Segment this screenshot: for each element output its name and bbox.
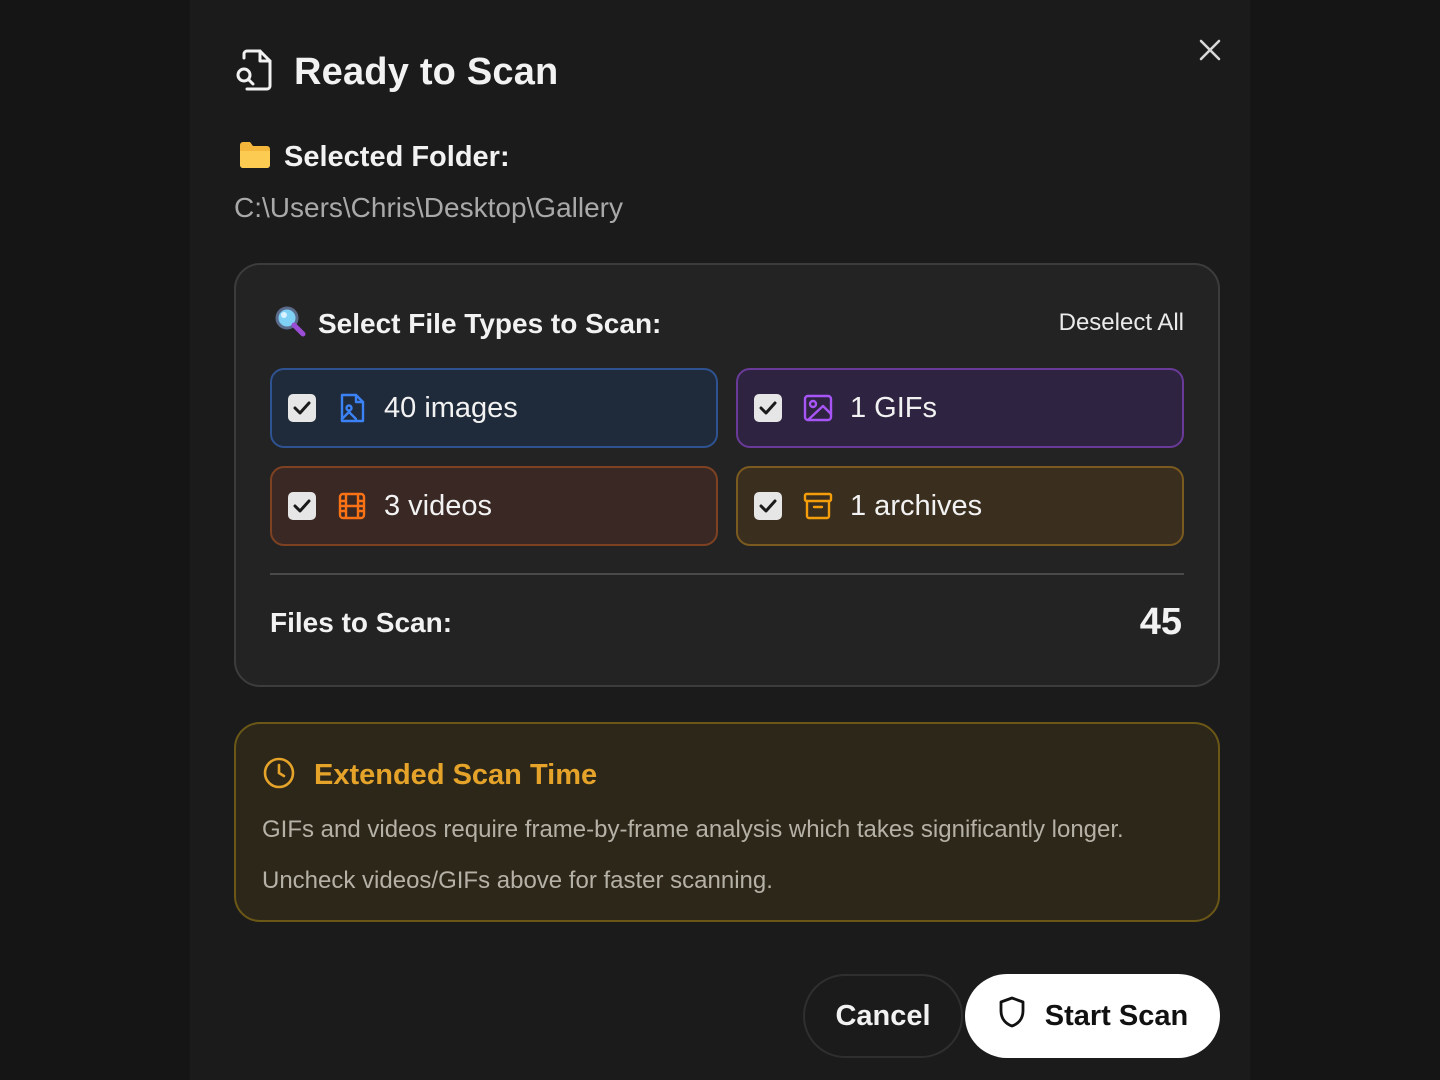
start-scan-button[interactable]: Start Scan (965, 974, 1220, 1058)
clock-icon (262, 756, 296, 795)
warning-title: Extended Scan Time (314, 759, 598, 791)
file-type-gifs[interactable]: 1 GIFs (736, 368, 1184, 448)
videos-label: 3 videos (384, 489, 493, 522)
dialog-title: Ready to Scan (294, 51, 559, 93)
checkmark-icon (759, 401, 777, 415)
shield-icon (997, 995, 1027, 1037)
gifs-checkbox[interactable] (754, 394, 782, 422)
checkmark-icon (293, 401, 311, 415)
file-types-card: Select File Types to Scan: Deselect All … (234, 263, 1220, 687)
file-type-archives[interactable]: 1 archives (736, 466, 1184, 546)
selected-folder-label: Selected Folder: (284, 141, 510, 173)
images-label: 40 images (384, 391, 518, 424)
cancel-button[interactable]: Cancel (803, 974, 963, 1058)
divider (270, 573, 1184, 575)
gifs-label: 1 GIFs (850, 391, 938, 424)
videos-checkbox[interactable] (288, 492, 316, 520)
close-icon (1199, 39, 1221, 61)
file-types-heading-label: Select File Types to Scan: (318, 307, 662, 339)
folder-path: C:\Users\Chris\Desktop\Gallery (234, 192, 623, 223)
file-search-icon (234, 48, 274, 97)
close-button[interactable] (1194, 34, 1226, 66)
image-file-icon (336, 392, 368, 424)
dialog-header: Ready to Scan (234, 48, 558, 97)
archive-icon (802, 490, 834, 522)
cancel-button-label: Cancel (835, 999, 931, 1032)
folder-icon (238, 140, 272, 175)
selected-folder-row: Selected Folder: (238, 140, 510, 175)
images-checkbox[interactable] (288, 394, 316, 422)
image-icon (802, 392, 834, 424)
film-icon (336, 490, 368, 522)
warning-text-line-2: Uncheck videos/GIFs above for faster sca… (262, 867, 773, 894)
files-to-scan-count: 45 (1139, 601, 1182, 643)
warning-heading: Extended Scan Time (262, 756, 597, 795)
archives-label: 1 archives (850, 489, 983, 522)
checkmark-icon (759, 499, 777, 513)
file-type-images[interactable]: 40 images (270, 368, 718, 448)
file-type-videos[interactable]: 3 videos (270, 466, 718, 546)
files-to-scan-label: Files to Scan: (270, 607, 453, 638)
file-types-heading: Select File Types to Scan: (274, 305, 661, 342)
scan-dialog: Ready to Scan Selected Folder: C:\Users\… (190, 0, 1250, 1080)
deselect-all-button[interactable]: Deselect All (1059, 309, 1184, 337)
start-scan-label: Start Scan (1044, 999, 1189, 1032)
warning-text-line-1: GIFs and videos require frame-by-frame a… (262, 816, 1124, 843)
checkmark-icon (293, 499, 311, 513)
magnifier-icon (274, 305, 306, 342)
archives-checkbox[interactable] (754, 492, 782, 520)
extended-scan-warning: Extended Scan Time GIFs and videos requi… (234, 722, 1220, 922)
